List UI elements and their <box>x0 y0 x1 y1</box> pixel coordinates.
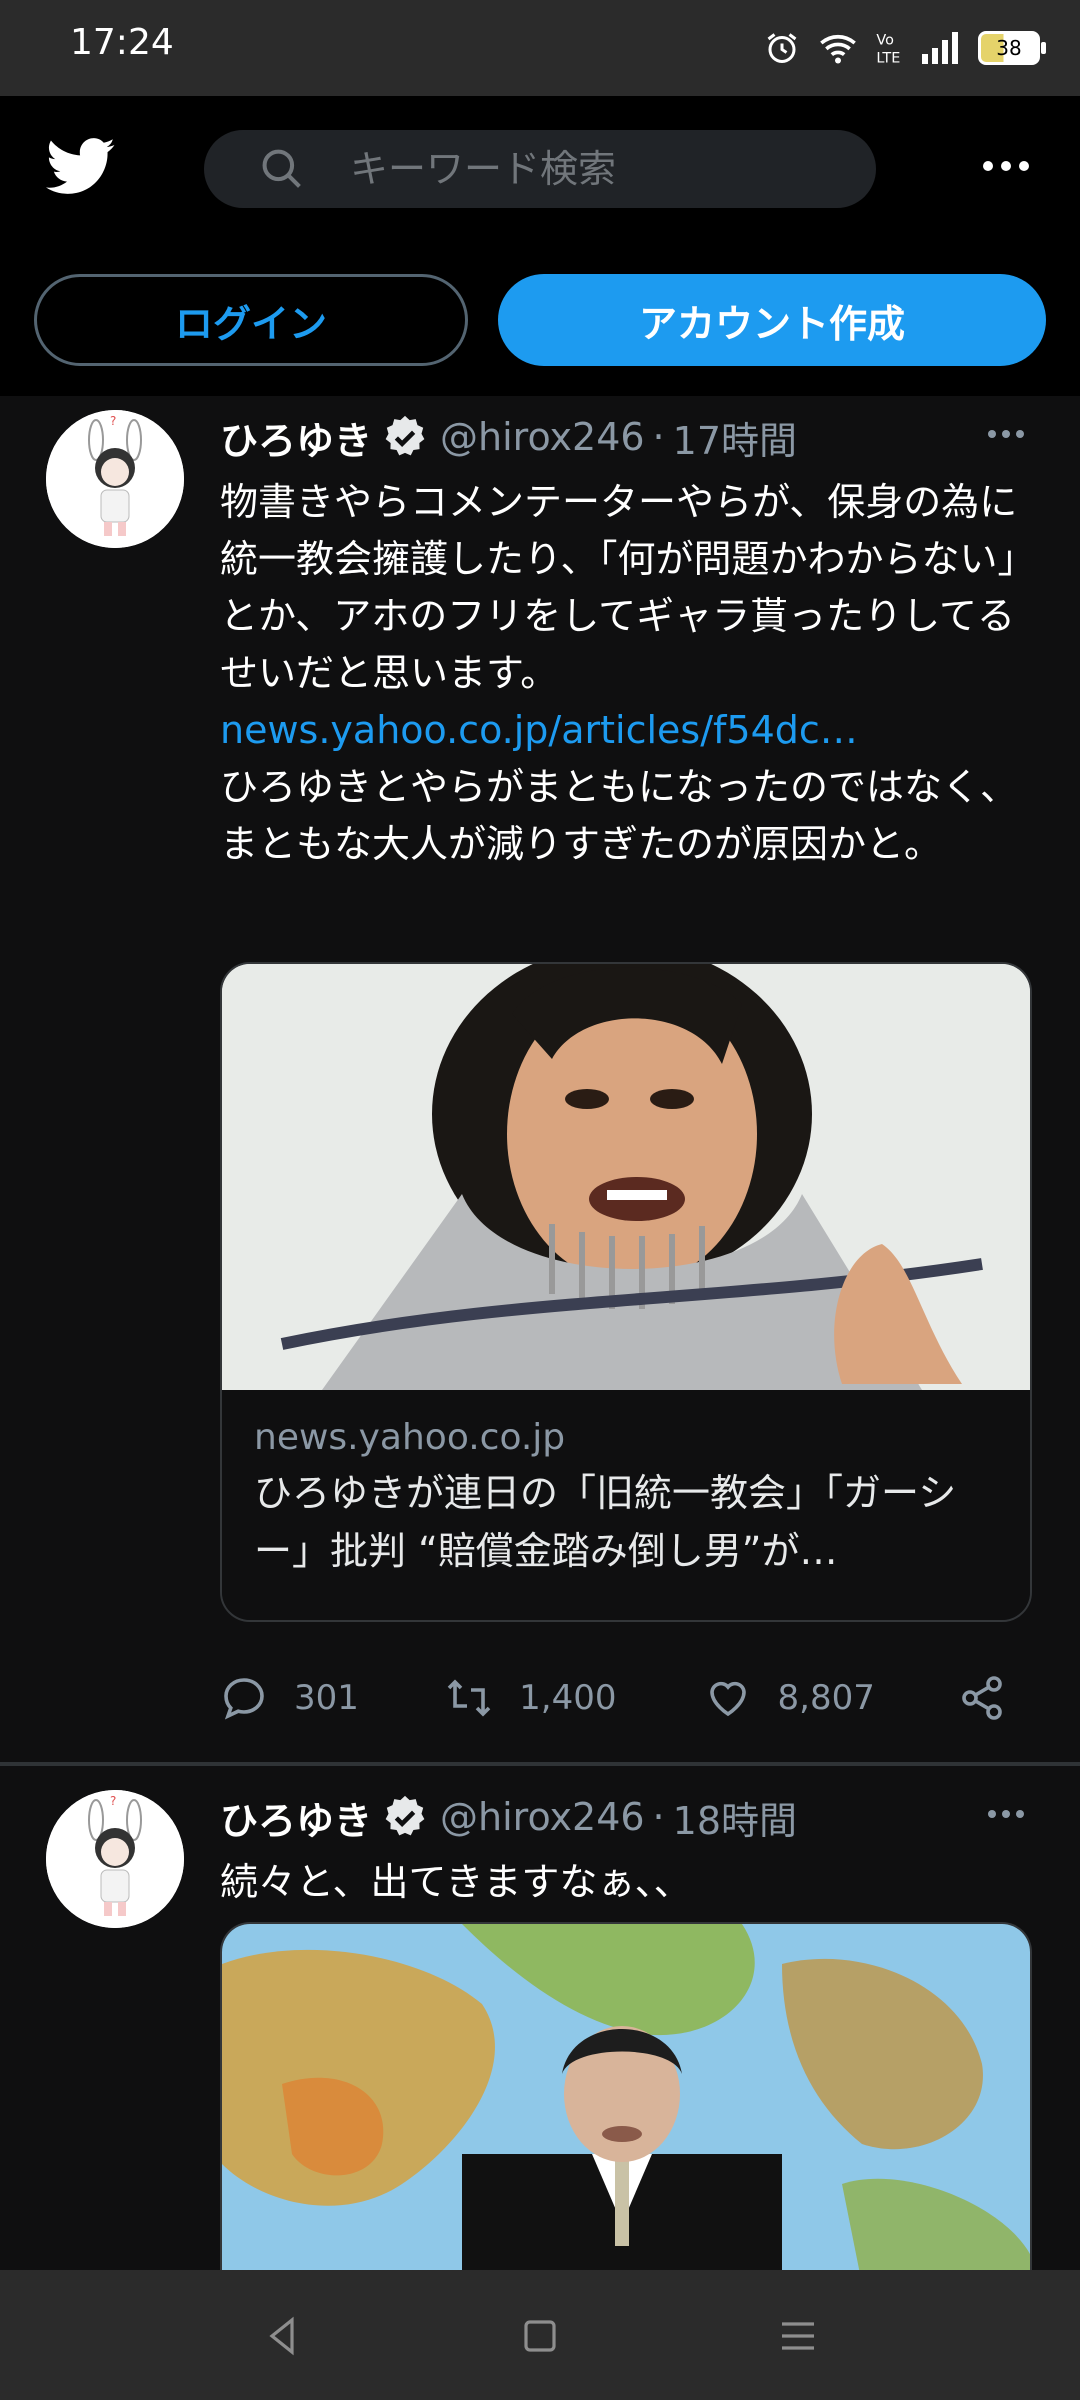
auth-bar: ログイン アカウント作成 <box>0 246 1080 396</box>
like-count: 8,807 <box>777 1678 875 1718</box>
tweet-header: ひろゆき @hirox246 · 18時間 <box>220 1786 1032 1848</box>
top-bar <box>0 96 1080 246</box>
share-icon <box>962 1676 1002 1720</box>
svg-text:?: ? <box>110 414 116 428</box>
reply-button[interactable]: 301 <box>220 1674 445 1722</box>
status-time: 17:24 <box>70 22 174 63</box>
separator-dot: · <box>652 1795 665 1839</box>
tweet-text-part: 物書きやらコメンテーターやらが、保身の為に統一教会擁護したり、「何が問題かわから… <box>220 480 1018 695</box>
author-handle[interactable]: @hirox246 <box>440 1795 645 1839</box>
heart-icon <box>709 1681 746 1717</box>
tweet-link[interactable]: news.yahoo.co.jp/articles/f54dc… <box>220 702 1032 759</box>
tweet-content: ひろゆき @hirox246 · 17時間 物書きやらコメンテーターやらが、保身… <box>220 396 1032 1720</box>
tweet-content: ひろゆき @hirox246 · 18時間 続々と、出てきますなぁ、、 <box>220 1766 1032 2270</box>
login-button[interactable]: ログイン <box>34 274 468 366</box>
share-button[interactable] <box>958 1674 1032 1722</box>
retweet-button[interactable]: 1,400 <box>445 1674 703 1722</box>
search-bar[interactable] <box>204 130 876 208</box>
reply-count: 301 <box>294 1678 359 1718</box>
tweet-photo <box>222 1924 1030 2270</box>
back-icon[interactable] <box>258 2312 306 2360</box>
wifi-icon <box>820 34 856 64</box>
tweet-time[interactable]: 18時間 <box>673 1790 797 1845</box>
tweet-more-icon[interactable] <box>988 1810 1024 1818</box>
avatar[interactable]: ? <box>46 1790 184 1928</box>
alarm-icon <box>767 33 797 63</box>
card-title: ひろゆきが連日の「旧統一教会」「ガーシー」批判 “賠償金踏み倒し男”が… <box>254 1471 957 1573</box>
avatar-image: ? <box>46 410 184 548</box>
tweet-time[interactable]: 17時間 <box>673 410 797 465</box>
author-handle[interactable]: @hirox246 <box>440 415 645 459</box>
home-icon[interactable] <box>516 2312 564 2360</box>
tweet-header: ひろゆき @hirox246 · 17時間 <box>220 406 1032 468</box>
volte-icon: Vo LTE <box>876 32 900 66</box>
search-input[interactable] <box>348 146 872 192</box>
link-card[interactable]: news.yahoo.co.jp ひろゆきが連日の「旧統一教会」「ガーシー」批判… <box>220 962 1032 1622</box>
signal-icon <box>922 32 958 64</box>
tweet-text-part: ひろゆきとやらがまともになったのではなく、まともな大人が減りすぎたのが原因かと。 <box>220 765 1019 866</box>
battery-icon: 38 <box>978 31 1046 65</box>
menu-icon[interactable] <box>774 2312 822 2360</box>
tweet-more-icon[interactable] <box>988 430 1024 438</box>
verified-badge-icon <box>385 415 425 456</box>
search-icon <box>262 149 301 188</box>
media-card[interactable] <box>220 1922 1032 2270</box>
card-photo-illustration <box>222 964 1030 1390</box>
retweet-icon <box>447 1679 491 1717</box>
svg-text:?: ? <box>110 1794 116 1808</box>
card-meta: news.yahoo.co.jp ひろゆきが連日の「旧統一教会」「ガーシー」批判… <box>222 1390 1030 1620</box>
battery-level: 38 <box>996 36 1022 60</box>
retweet-count: 1,400 <box>519 1678 617 1718</box>
svg-text:LTE: LTE <box>876 50 900 66</box>
verified-badge-icon <box>385 1795 425 1836</box>
twitter-bird-icon[interactable] <box>46 136 116 198</box>
system-nav-bar <box>0 2270 1080 2400</box>
author-name[interactable]: ひろゆき <box>220 1790 372 1845</box>
card-image <box>222 964 1030 1390</box>
status-icons: Vo LTE 38 <box>764 24 1046 72</box>
tweet-text: 物書きやらコメンテーターやらが、保身の為に統一教会擁護したり、「何が問題かわから… <box>220 474 1032 873</box>
like-button[interactable]: 8,807 <box>704 1674 958 1722</box>
more-icon[interactable] <box>976 152 1036 180</box>
svg-text:Vo: Vo <box>876 32 894 48</box>
status-bar: 17:24 Vo LTE 38 <box>0 0 1080 96</box>
avatar[interactable]: ? <box>46 410 184 548</box>
timeline: ? ひろゆき @hirox246 · 17時間 物書きやらコメンテーターやらが、… <box>0 396 1080 2270</box>
avatar-image: ? <box>46 1790 184 1928</box>
tweet-text: 続々と、出てきますなぁ、、 <box>220 1854 1032 1911</box>
card-domain: news.yahoo.co.jp <box>254 1417 566 1458</box>
tweet-actions: 301 1,400 8,807 <box>220 1666 1032 1730</box>
tweet-text-part: 続々と、出てきますなぁ、、 <box>220 1860 692 1904</box>
separator-dot: · <box>652 415 665 459</box>
author-name[interactable]: ひろゆき <box>220 410 372 465</box>
signup-button[interactable]: アカウント作成 <box>498 274 1046 366</box>
tweet[interactable]: ? ひろゆき @hirox246 · 18時間 続々と、出てきますなぁ、、 <box>0 1766 1080 2270</box>
tweet[interactable]: ? ひろゆき @hirox246 · 17時間 物書きやらコメンテーターやらが、… <box>0 396 1080 1762</box>
reply-icon <box>224 1678 264 1720</box>
